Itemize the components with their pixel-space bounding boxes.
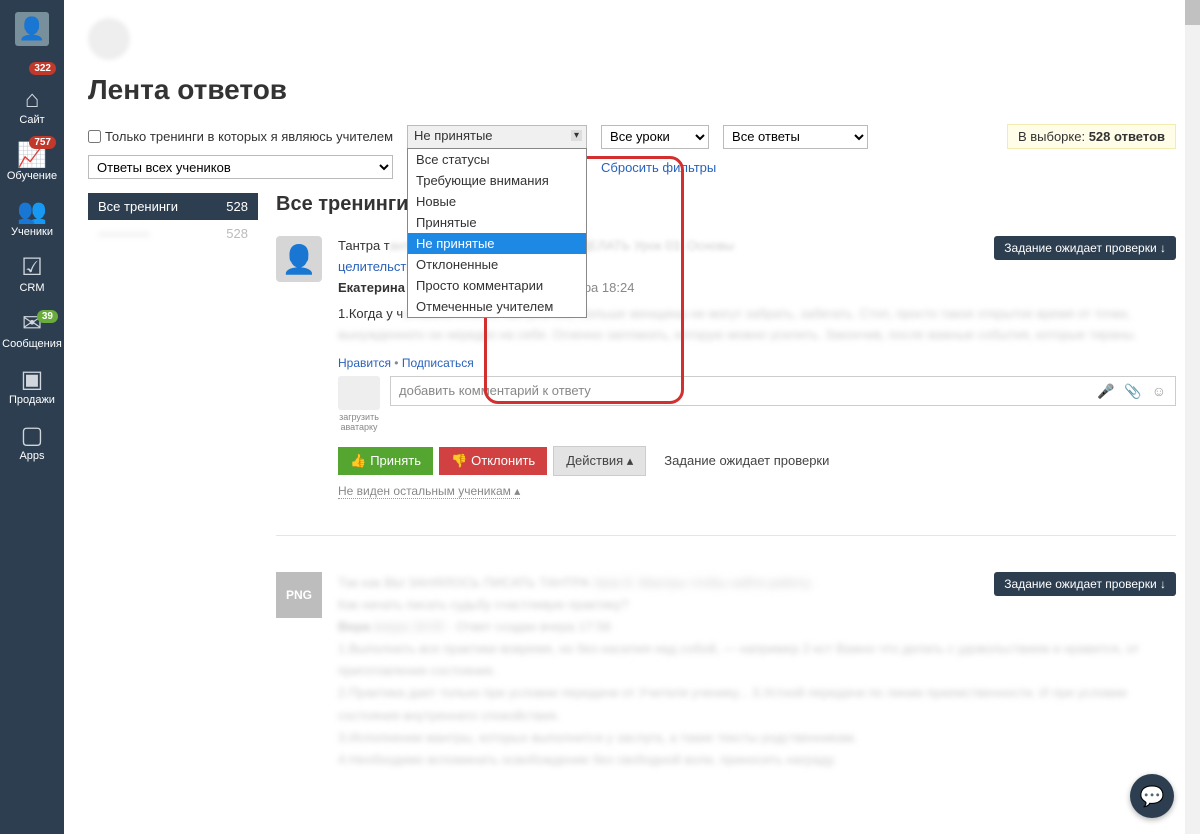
emoji-icon[interactable]: ☺ xyxy=(1152,383,1169,399)
scrollbar-thumb[interactable] xyxy=(1185,0,1200,25)
answers-filter-select[interactable]: Все ответы xyxy=(723,125,868,149)
sidebar-item-site[interactable]: ⌂ Сайт xyxy=(0,78,64,134)
answer-card: PNG Задание ожидает проверки ↓ Так как В… xyxy=(276,572,1176,771)
upload-avatar[interactable]: загрузить аватарку xyxy=(338,376,380,432)
chat-fab-button[interactable]: 💬 xyxy=(1130,774,1174,818)
students-filter-select[interactable]: Ответы всех учеников xyxy=(88,155,393,179)
sidebar-item-messages[interactable]: ✉ 39 Сообщения xyxy=(0,302,64,358)
course-link[interactable]: целительст xyxy=(338,259,406,274)
profile-avatar[interactable]: 👤 xyxy=(15,12,49,46)
brand-logo xyxy=(88,18,130,60)
sidebar-item-sales[interactable]: ▣ Продажи xyxy=(0,358,64,414)
safe-icon: ▣ xyxy=(0,368,64,392)
attach-icon[interactable]: 📎 xyxy=(1124,383,1144,399)
user-avatar-icon: 👤 xyxy=(276,236,322,282)
thumbs-up-icon: 👍 xyxy=(350,453,366,469)
lessons-filter-select[interactable]: Все уроки xyxy=(601,125,709,149)
selection-count-box: В выборке: 528 ответов xyxy=(1007,124,1176,149)
status-option[interactable]: Новые xyxy=(408,191,586,212)
page-title: Лента ответов xyxy=(88,74,1176,106)
status-pill[interactable]: Задание ожидает проверки ↓ xyxy=(994,236,1176,260)
accept-button[interactable]: 👍 Принять xyxy=(338,447,433,475)
sidebar-item-students[interactable]: 👥 Ученики xyxy=(0,190,64,246)
await-text: Задание ожидает проверки xyxy=(664,453,829,468)
visibility-toggle[interactable]: Не виден остальным ученикам ▴ xyxy=(338,484,520,499)
status-option[interactable]: Отмеченные учителем xyxy=(408,296,586,317)
status-option[interactable]: Просто комментарии xyxy=(408,275,586,296)
sidebar-item-profile-badge[interactable]: 322 xyxy=(0,60,64,78)
comment-input[interactable]: добавить комментарий к ответу 🎤 📎 ☺ xyxy=(390,376,1176,406)
sidebar-item-crm[interactable]: ☑ CRM xyxy=(0,246,64,302)
chat-icon: 💬 xyxy=(1140,784,1165,809)
mic-icon[interactable]: 🎤 xyxy=(1097,383,1117,399)
status-option[interactable]: Отклоненные xyxy=(408,254,586,275)
thumbs-down-icon: 👎 xyxy=(451,453,467,469)
reset-filters-link[interactable]: Сбросить фильтры xyxy=(601,160,716,175)
like-link[interactable]: Нравится xyxy=(338,356,391,370)
status-option[interactable]: Требующие внимания xyxy=(408,170,586,191)
status-filter-select[interactable]: Не принятые xyxy=(407,125,587,149)
group-icon: 👥 xyxy=(0,200,64,224)
sidebar: 👤 322 ⌂ Сайт 📈 757 Обучение 👥 Ученики ☑ … xyxy=(0,0,64,834)
training-item-all[interactable]: Все тренинги 528 xyxy=(88,193,258,220)
divider xyxy=(276,535,1176,536)
status-option[interactable]: Все статусы xyxy=(408,149,586,170)
scrollbar-track[interactable] xyxy=(1185,0,1200,834)
phone-icon: ▢ xyxy=(0,424,64,448)
status-option-selected[interactable]: Не принятые xyxy=(408,233,586,254)
author-name: Екатерина xyxy=(338,280,405,295)
badge-count: 757 xyxy=(29,136,56,149)
check-icon: ☑ xyxy=(0,256,64,280)
actions-button[interactable]: Действия ▴ xyxy=(553,446,646,476)
training-item[interactable]: ———— 528 xyxy=(88,220,258,247)
teacher-only-checkbox[interactable]: Только тренинги в которых я являюсь учит… xyxy=(88,129,393,144)
main-area: Лента ответов Только тренинги в которых … xyxy=(64,0,1200,834)
subscribe-link[interactable]: Подписаться xyxy=(402,356,474,370)
png-thumbnail: PNG xyxy=(276,572,322,618)
home-icon: ⌂ xyxy=(0,88,64,112)
sidebar-item-apps[interactable]: ▢ Apps xyxy=(0,414,64,470)
badge-count: 322 xyxy=(29,62,56,75)
status-option[interactable]: Принятые xyxy=(408,212,586,233)
status-dropdown: Все статусы Требующие внимания Новые При… xyxy=(407,148,587,318)
badge-count: 39 xyxy=(37,310,58,323)
trainings-list: Все тренинги 528 ———— 528 xyxy=(88,193,258,791)
teacher-only-input[interactable] xyxy=(88,130,101,143)
sidebar-item-learning[interactable]: 📈 757 Обучение xyxy=(0,134,64,190)
reject-button[interactable]: 👎 Отклонить xyxy=(439,447,547,475)
